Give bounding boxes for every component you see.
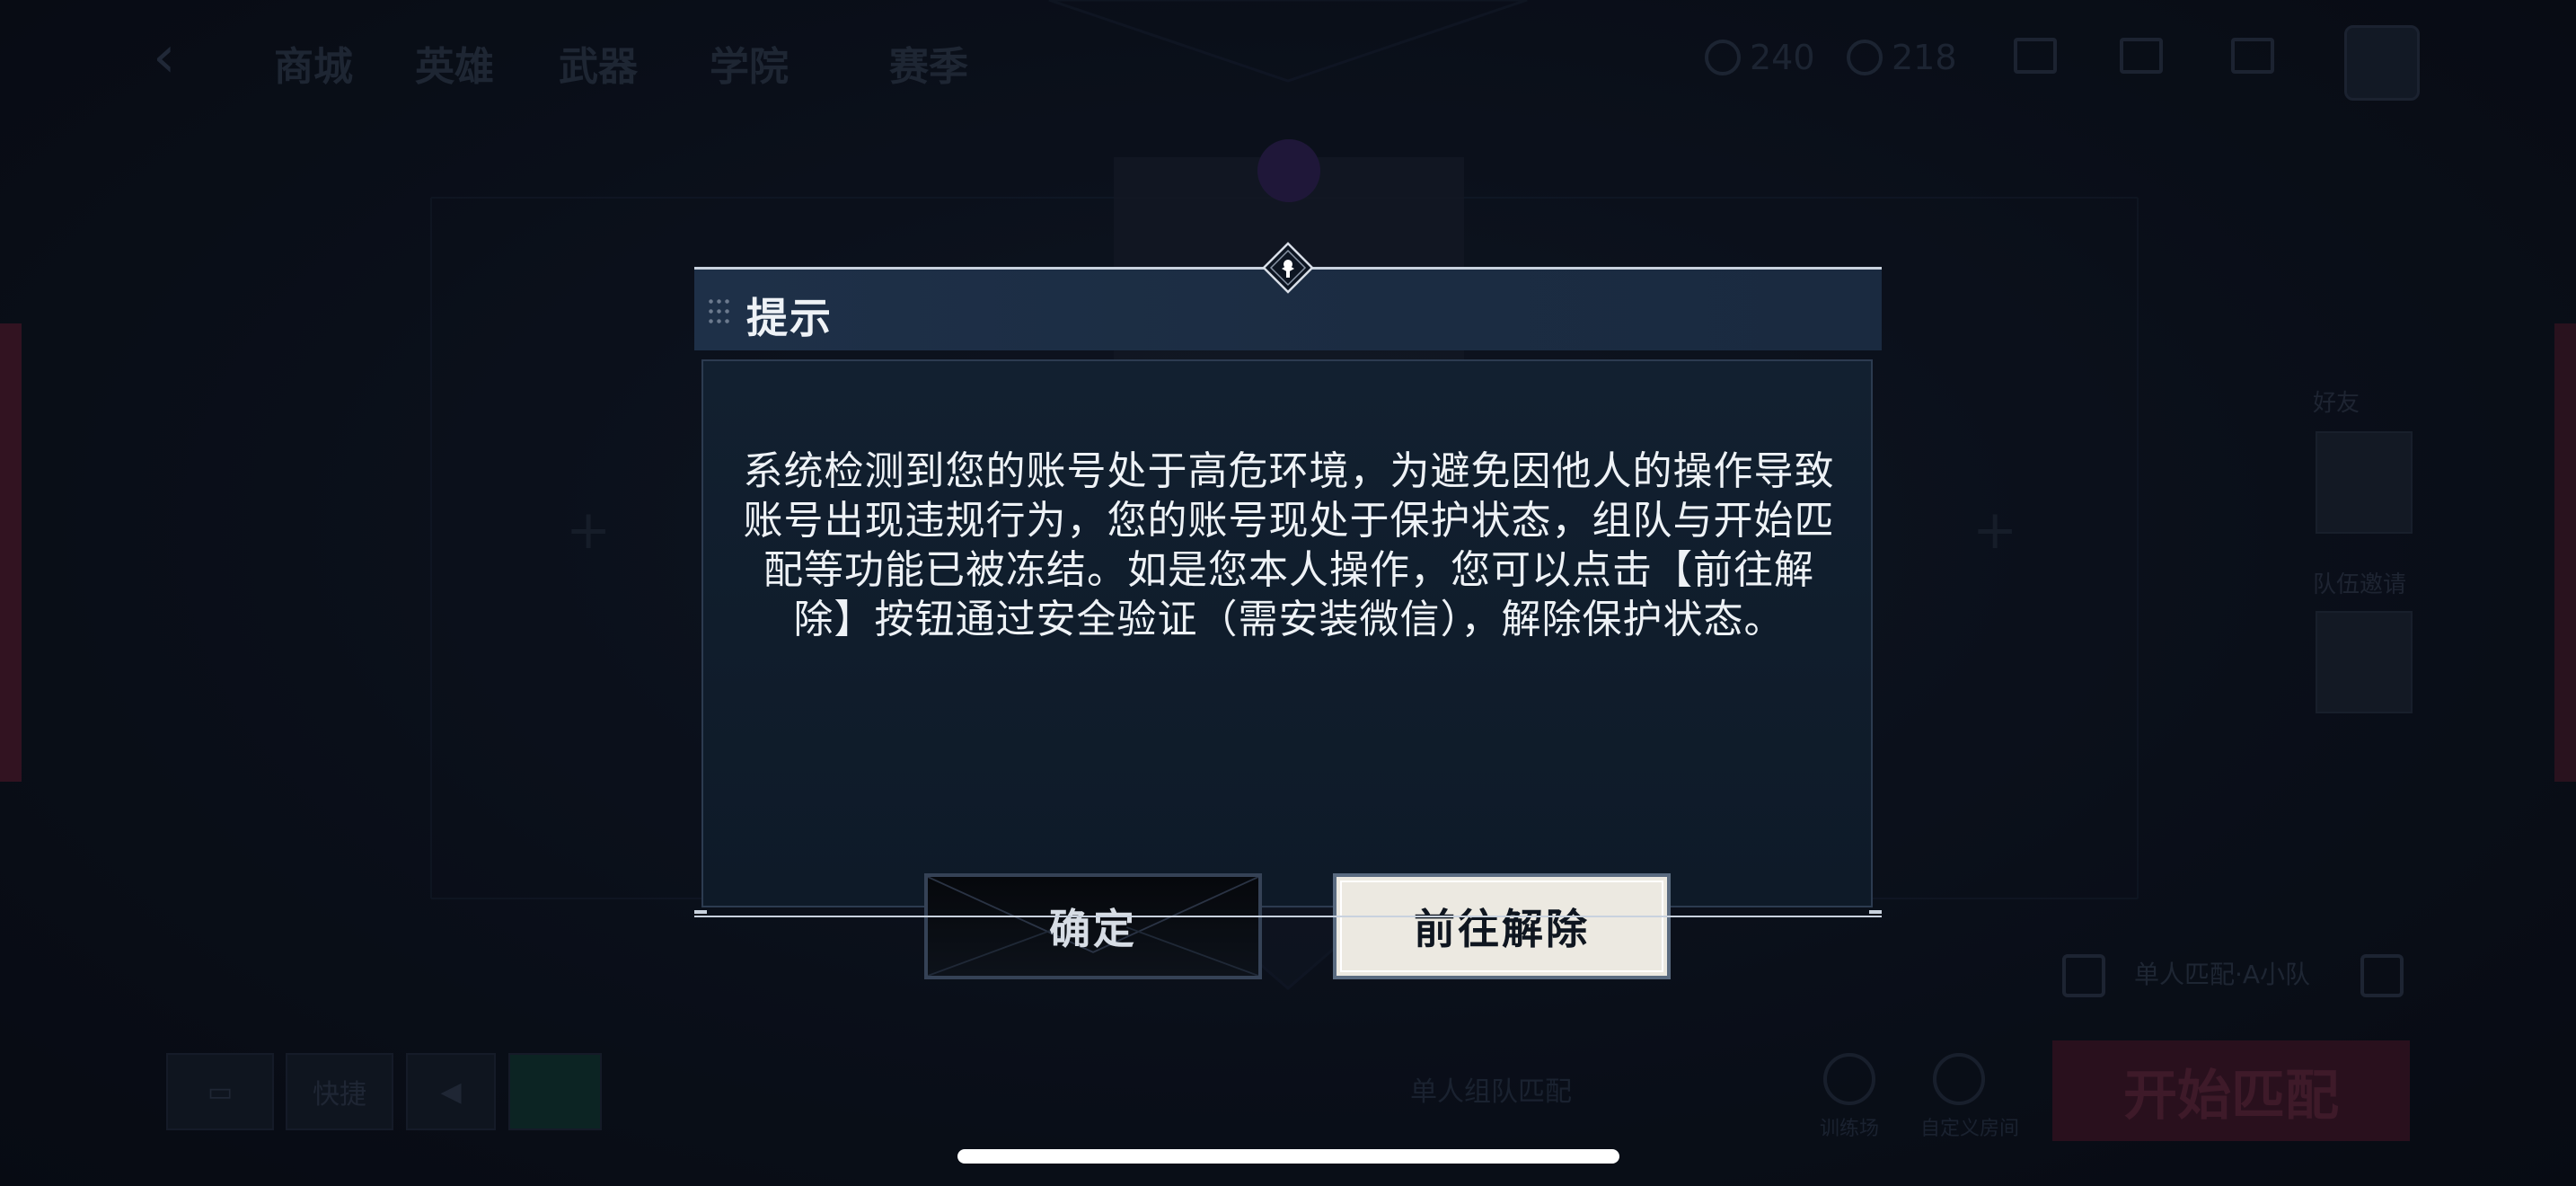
go-unlock-label: 前往解除 — [1414, 905, 1590, 953]
dialog-corner-right — [1869, 910, 1882, 914]
home-indicator[interactable] — [957, 1149, 1619, 1164]
dialog-title: 提示 — [746, 294, 833, 342]
go-unlock-button[interactable]: 前往解除 — [1333, 873, 1671, 979]
grip-icon — [707, 296, 730, 327]
protection-dialog: 提示 系统检测到您的账号处于高危环境，为避免因他人的操作导致账号出现违规行为，您… — [694, 242, 1882, 979]
dialog-bottom-border — [694, 916, 1882, 917]
confirm-button[interactable]: 确定 — [924, 873, 1262, 979]
dialog-message: 系统检测到您的账号处于高危环境，为避免因他人的操作导致账号出现违规行为，您的账号… — [743, 448, 1835, 642]
dialog-corner-left — [694, 910, 707, 914]
confirm-label: 确定 — [1049, 905, 1137, 953]
dialog-body: 系统检测到您的账号处于高危环境，为避免因他人的操作导致账号出现违规行为，您的账号… — [701, 359, 1873, 979]
emblem-icon — [1262, 242, 1314, 294]
